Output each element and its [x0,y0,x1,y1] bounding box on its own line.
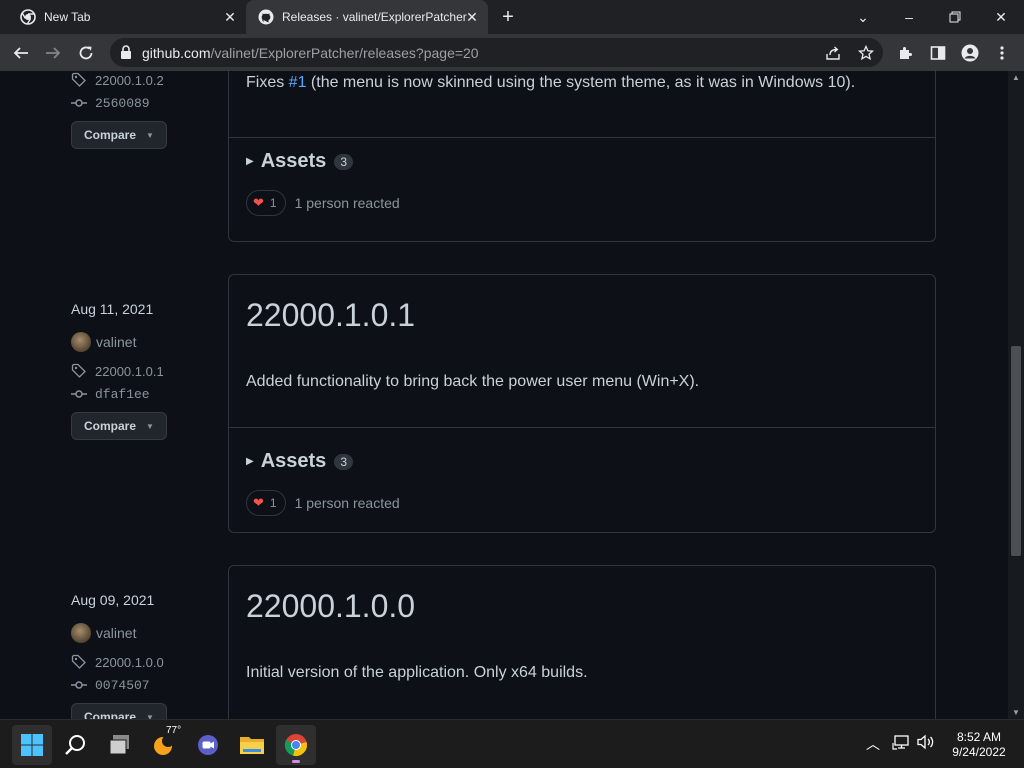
heart-icon: ❤ [253,195,264,210]
tag-icon [71,72,86,87]
url-text[interactable]: github.com/valinet/ExplorerPatcher/relea… [142,45,479,61]
assets-count-badge: 3 [334,453,353,470]
reactions: ❤ 1 1 person reacted [246,190,400,216]
start-button[interactable] [12,725,52,765]
scroll-down-arrow-icon[interactable]: ▼ [1012,708,1020,717]
assets-toggle[interactable]: ▶ Assets 3 [246,150,353,173]
file-explorer-icon[interactable] [232,725,272,765]
heart-reaction-button[interactable]: ❤ 1 [246,490,286,516]
task-view-icon[interactable] [100,725,140,765]
divider [229,427,935,428]
lock-icon[interactable] [120,45,132,64]
tag-icon [71,654,86,669]
divider [229,137,935,138]
volume-icon[interactable] [917,734,935,753]
new-tab-plus-icon[interactable]: + [498,7,518,27]
browser-toolbar: github.com/valinet/ExplorerPatcher/relea… [0,34,1024,71]
release-author[interactable]: valinet [71,332,136,352]
tab-title: New Tab [44,10,91,24]
extensions-puzzle-icon[interactable] [893,40,919,66]
tab-title: Releases · valinet/ExplorerPatcher [282,10,467,24]
compare-button[interactable]: Compare ▼ [71,412,167,440]
caret-down-icon: ▼ [146,421,154,431]
release-commit[interactable]: 2560089 [71,95,150,111]
chrome-taskbar-icon[interactable] [276,725,316,765]
windows-taskbar: 77° ︿ 8:52 AM 9/24/2022 [0,719,1024,768]
system-clock[interactable]: 8:52 AM 9/24/2022 [944,730,1014,760]
reactions: ❤ 1 1 person reacted [246,490,400,516]
disclosure-triangle-icon: ▶ [246,156,254,167]
release-date: Aug 09, 2021 [71,592,155,608]
chrome-icon [20,9,36,25]
show-hidden-icons-chevron-icon[interactable]: ︿ [866,734,880,754]
release-title[interactable]: 22000.1.0.0 [246,588,415,625]
release-tag[interactable]: 22000.1.0.0 [71,654,164,670]
release-body: Added functionality to bring back the po… [246,373,700,390]
disclosure-triangle-icon: ▶ [246,456,254,467]
caret-down-icon: ▼ [146,130,154,140]
release-tag[interactable]: 22000.1.0.2 [71,72,164,88]
side-panel-icon[interactable] [925,40,951,66]
compare-button[interactable]: Compare ▼ [71,121,167,149]
tag-icon [71,363,86,378]
forward-arrow-icon[interactable] [40,40,66,66]
release-date: Aug 11, 2021 [71,301,154,317]
avatar[interactable] [71,332,91,352]
heart-reaction-button[interactable]: ❤ 1 [246,190,286,216]
search-icon[interactable] [56,725,96,765]
network-icon[interactable] [892,734,910,753]
close-window-icon[interactable]: ✕ [978,0,1024,34]
issue-link[interactable]: #1 [289,74,307,91]
release-commit[interactable]: 0074507 [71,677,150,693]
release-card: 22000.1.0.0 Initial version of the appli… [228,565,936,719]
releases-page: 22000.1.0.2 2560089 Compare ▼ Fixes #1 (… [0,71,1008,719]
compare-button[interactable]: Compare ▼ [71,703,167,719]
clock-date: 9/24/2022 [952,745,1006,759]
tab-search-chevron-icon[interactable]: ⌄ [840,0,886,34]
tab-releases[interactable]: Releases · valinet/ExplorerPatcher ✕ [246,0,488,34]
chrome-menu-kebab-icon[interactable] [989,40,1015,66]
reaction-summary: 1 person reacted [294,195,400,211]
release-tag[interactable]: 22000.1.0.1 [71,363,164,379]
teams-chat-icon[interactable] [188,725,228,765]
tab-new-tab[interactable]: New Tab ✕ [8,0,246,34]
commit-icon [71,99,87,107]
minimize-icon[interactable]: – [886,0,932,34]
tab-strip: New Tab ✕ Releases · valinet/ExplorerPat… [0,0,1024,34]
scrollbar-thumb[interactable] [1011,346,1021,556]
commit-icon [71,390,87,398]
release-author[interactable]: valinet [71,623,136,643]
running-indicator [292,760,300,763]
release-body: Initial version of the application. Only… [246,664,588,681]
bookmark-star-icon[interactable] [856,43,876,63]
scroll-up-arrow-icon[interactable]: ▲ [1012,73,1020,82]
heart-icon: ❤ [253,495,264,510]
avatar[interactable] [71,623,91,643]
assets-toggle[interactable]: ▶ Assets 3 [246,450,353,473]
github-icon [258,9,274,25]
reaction-summary: 1 person reacted [294,495,400,511]
weather-temperature: 77° [166,725,182,736]
close-tab-icon[interactable]: ✕ [222,9,238,25]
clock-time: 8:52 AM [956,730,1002,744]
reload-icon[interactable] [73,40,99,66]
commit-icon [71,681,87,689]
release-commit[interactable]: dfaf1ee [71,386,150,402]
close-tab-icon[interactable]: ✕ [464,9,480,25]
windows-logo-icon [21,734,43,756]
weather-widget-icon[interactable]: 77° [144,725,184,765]
back-arrow-icon[interactable] [8,40,34,66]
release-body: Fixes #1 (the menu is now skinned using … [246,74,856,91]
share-icon[interactable] [823,43,843,63]
assets-count-badge: 3 [334,153,353,170]
release-card: Fixes #1 (the menu is now skinned using … [228,71,936,242]
release-card: 22000.1.0.1 Added functionality to bring… [228,274,936,533]
profile-icon[interactable] [957,40,983,66]
page-scrollbar[interactable]: ▲ ▼ [1008,71,1024,719]
restore-icon[interactable] [932,0,978,34]
release-title[interactable]: 22000.1.0.1 [246,297,415,334]
address-bar[interactable]: github.com/valinet/ExplorerPatcher/relea… [110,38,883,67]
